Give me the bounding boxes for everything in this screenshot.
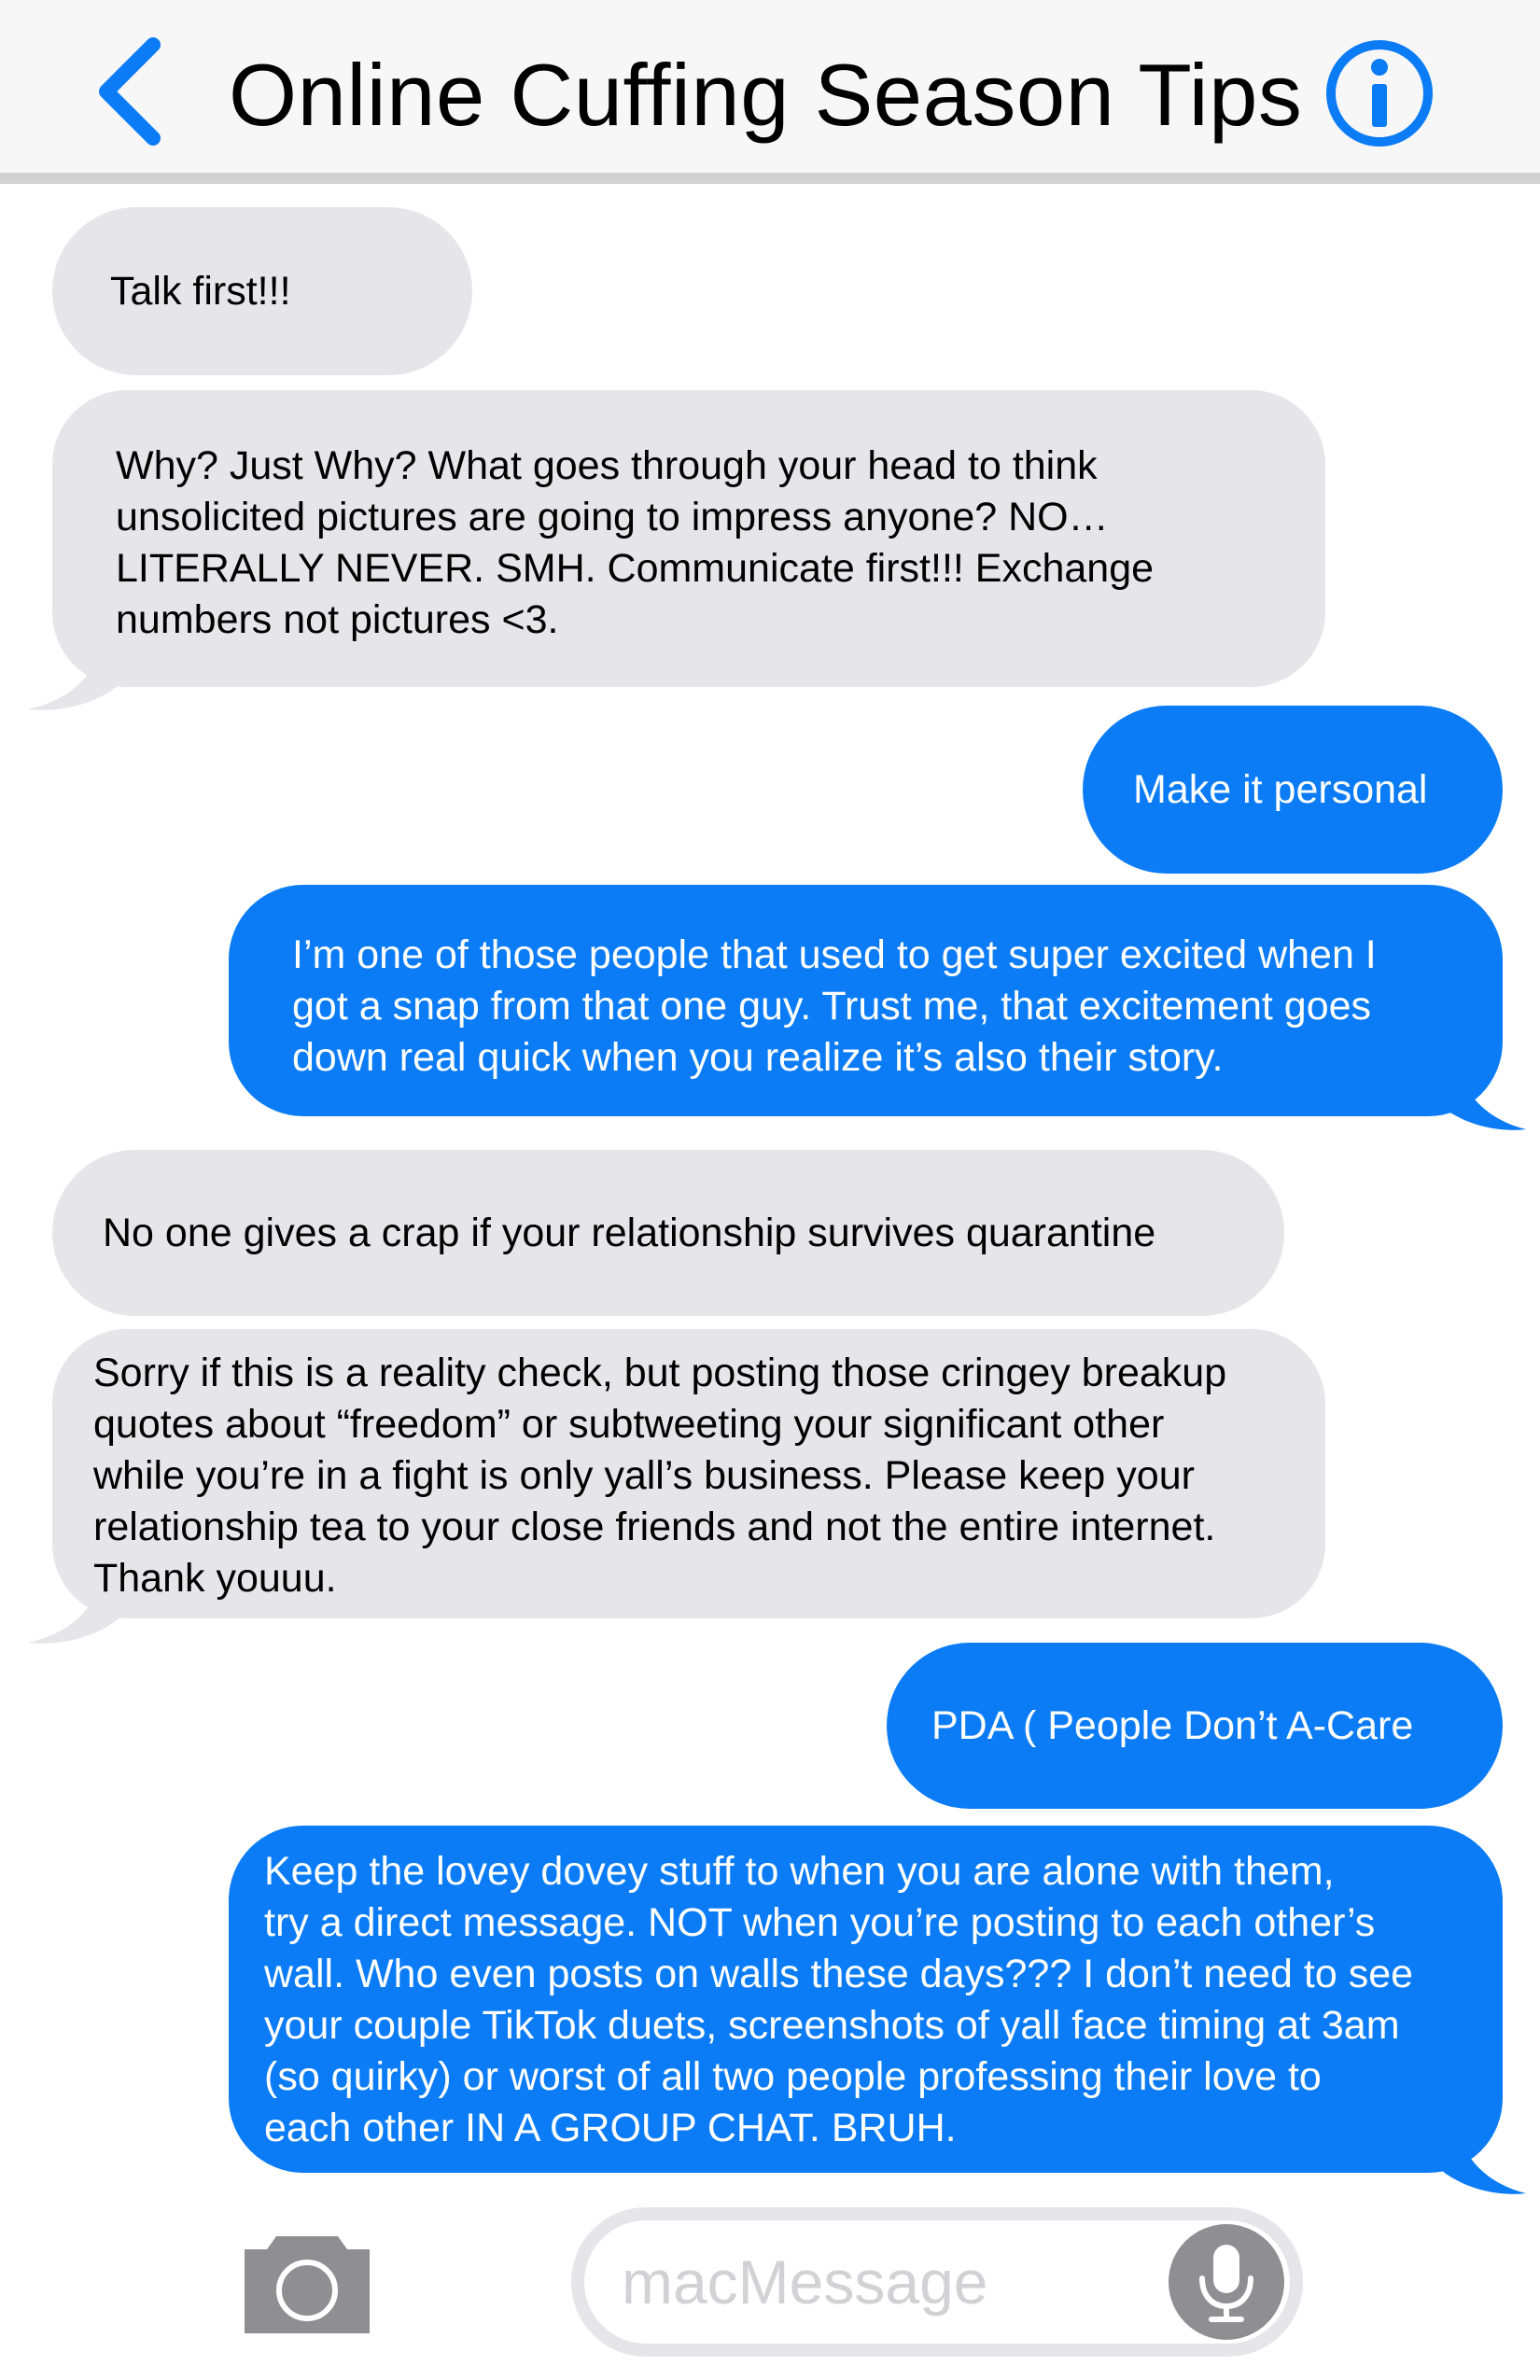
message-text: Make it personal [1133, 766, 1428, 812]
back-button[interactable] [90, 35, 174, 147]
message-text: while you’re in a fight is only yall’s b… [93, 1453, 1195, 1498]
message-text: Why? Just Why? What goes through your he… [116, 443, 1098, 488]
message-text: Thank youuu. [93, 1556, 337, 1601]
message-text: numbers not pictures <3. [116, 597, 559, 642]
message-text: down real quick when you realize it’s al… [292, 1035, 1224, 1080]
camera-icon [245, 2236, 370, 2333]
microphone-button[interactable] [1169, 2224, 1284, 2340]
microphone-icon [1199, 2245, 1253, 2322]
message-bubble-received: Talk first!!! [52, 207, 472, 375]
camera-button[interactable] [245, 2229, 370, 2333]
message-text: try a direct message. NOT when you’re po… [264, 1900, 1376, 1945]
message-bubble-sent: Make it personal [1083, 706, 1503, 874]
message-text: Talk first!!! [110, 268, 291, 314]
message-input-placeholder: macMessage [622, 2247, 988, 2317]
header-divider [0, 173, 1540, 184]
message-text: PDA ( People Don’t A-Care [931, 1702, 1414, 1748]
conversation-title: Online Cuffing Season Tips [229, 46, 1303, 144]
message-bubble-received: No one gives a crap if your relationship… [52, 1150, 1284, 1316]
message-text: wall. Who even posts on walls these days… [264, 1952, 1414, 1996]
message-text: (so quirky) or worst of all two people p… [264, 2054, 1322, 2099]
message-text: quotes about “freedom” or subtweeting yo… [93, 1402, 1165, 1447]
message-bubble-sent: PDA ( People Don’t A-Care [887, 1643, 1503, 1809]
info-circle-icon [1326, 40, 1433, 147]
chevron-left-icon [99, 37, 161, 146]
message-text: No one gives a crap if your relationship… [103, 1210, 1156, 1255]
message-text: your couple TikTok duets, screenshots of… [264, 2003, 1400, 2048]
message-text: got a snap from that one guy. Trust me, … [292, 984, 1372, 1029]
message-text: each other IN A GROUP CHAT. BRUH. [264, 2106, 957, 2150]
message-text: LITERALLY NEVER. SMH. Communicate first!… [116, 546, 1155, 591]
message-text: Keep the lovey dovey stuff to when you a… [264, 1849, 1335, 1894]
message-text: I’m one of those people that used to get… [292, 932, 1377, 977]
info-button[interactable] [1323, 37, 1435, 149]
message-text: unsolicited pictures are going to impres… [116, 495, 1109, 539]
message-text: Sorry if this is a reality check, but po… [93, 1351, 1227, 1395]
message-text: relationship tea to your close friends a… [93, 1505, 1216, 1549]
